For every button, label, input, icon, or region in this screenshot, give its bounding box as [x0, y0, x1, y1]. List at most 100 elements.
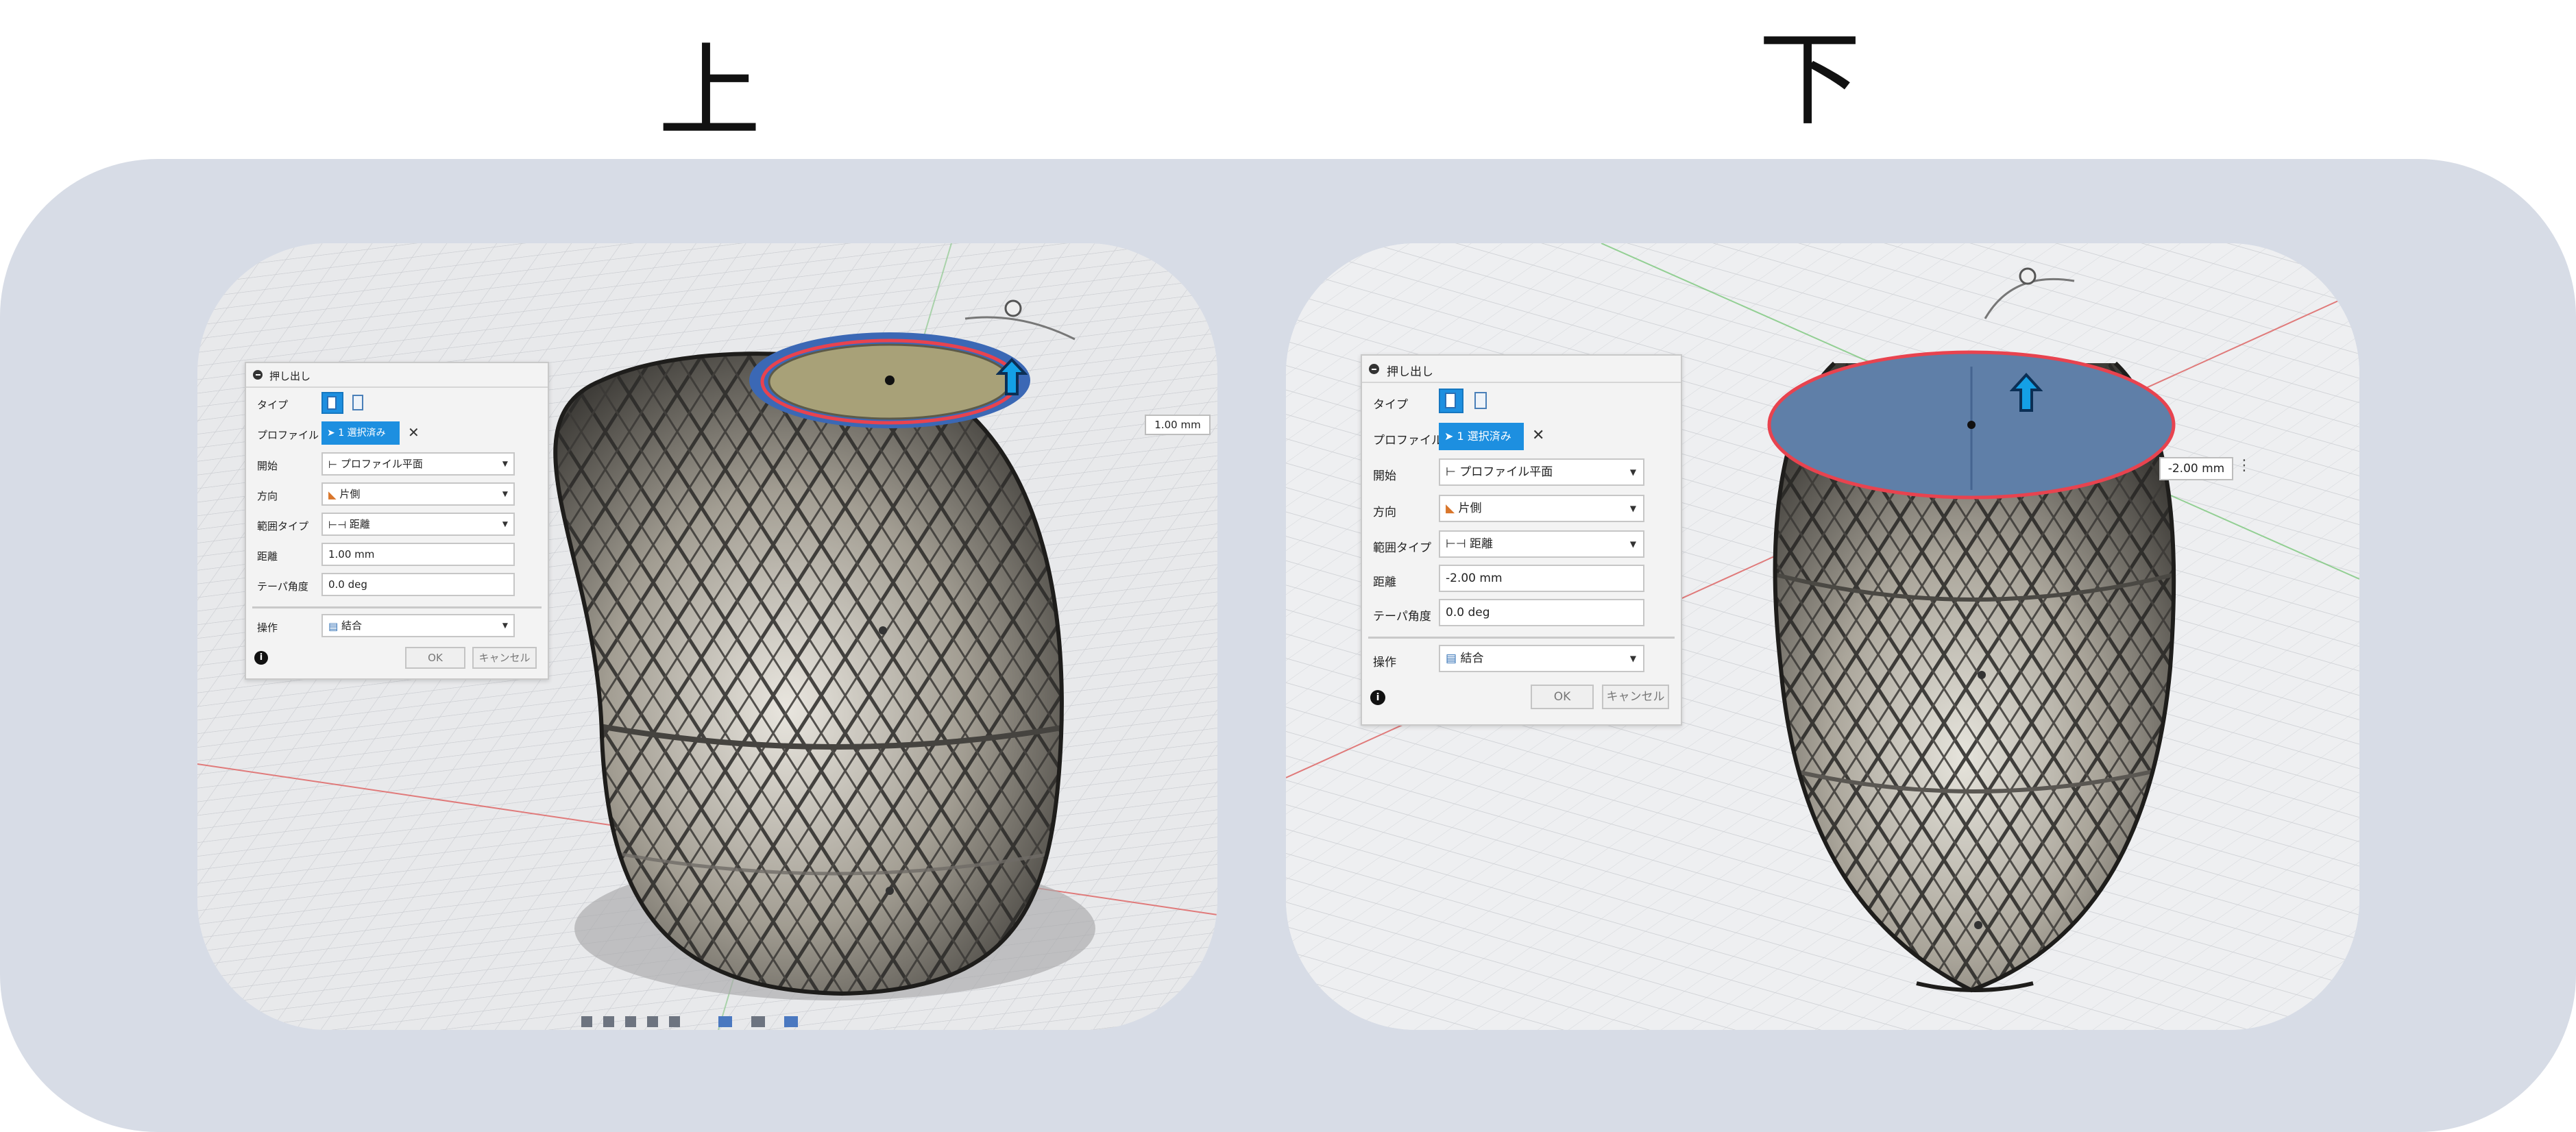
type-row: タイプ — [1362, 389, 1681, 415]
surface-body-icon — [352, 395, 364, 411]
extent-value: 距離 — [1470, 537, 1494, 551]
type-row: タイプ — [246, 392, 548, 415]
heading-bottom: 下 — [1758, 21, 1862, 140]
clear-selection-icon[interactable]: ✕ — [1532, 427, 1544, 444]
distance-dimension-input-right[interactable]: -2.00 mm — [2159, 457, 2233, 480]
chevron-down-icon: ▼ — [502, 520, 508, 528]
distance-dimension-input-left[interactable]: 1.00 mm — [1145, 415, 1211, 435]
taper-row: テーパ角度 0.0 deg — [246, 573, 548, 598]
cursor-icon: ➤ — [327, 428, 335, 439]
direction-value: 片側 — [1458, 502, 1482, 515]
chevron-down-icon: ▼ — [1629, 504, 1636, 513]
extrude-dialog-left: 押し出し タイプ プロファイル ➤ 1 選択済み ✕ 開始 ⊢ プロファイル平面… — [245, 362, 549, 680]
type-surface-button[interactable] — [348, 392, 369, 414]
operation-dropdown[interactable]: ▤ 結合 ▼ — [321, 614, 515, 637]
extrude-dialog-right: 押し出し タイプ プロファイル ➤ 1 選択済み ✕ 開始 ⊢ プロファイル平面… — [1361, 354, 1682, 726]
taper-angle-input[interactable]: 0.0 deg — [1439, 599, 1644, 626]
start-label: 開始 — [257, 460, 278, 472]
profile-label: プロファイル — [1373, 434, 1443, 447]
direction-label: 方向 — [257, 490, 278, 502]
start-row: 開始 ⊢ プロファイル平面 ▼ — [246, 452, 548, 477]
distance-label: 距離 — [1373, 576, 1396, 589]
type-solid-button[interactable] — [321, 392, 343, 414]
distance-input[interactable]: -2.00 mm — [1439, 565, 1644, 592]
extrude-arrow-handle-right[interactable] — [2010, 372, 2043, 413]
start-dropdown[interactable]: ⊢ プロファイル平面 ▼ — [1439, 458, 1644, 486]
dialog-title-bar[interactable]: 押し出し — [1362, 356, 1681, 383]
profile-selection-text: 1 選択済み — [1457, 430, 1511, 443]
direction-value: 片側 — [339, 488, 361, 500]
cancel-button[interactable]: キャンセル — [472, 647, 537, 669]
start-label: 開始 — [1373, 469, 1396, 483]
direction-label: 方向 — [1373, 506, 1396, 519]
ok-button[interactable]: OK — [1531, 685, 1594, 709]
profile-selection-text: 1 選択済み — [338, 428, 386, 439]
operation-value: 結合 — [341, 619, 362, 632]
one-side-direction-icon: ◣ — [1446, 502, 1455, 515]
operation-row: 操作 ▤ 結合 ▼ — [246, 614, 548, 639]
profile-plane-icon: ⊢ — [1446, 465, 1456, 479]
clear-selection-icon[interactable]: ✕ — [408, 424, 420, 441]
ok-button[interactable]: OK — [405, 647, 465, 669]
start-row: 開始 ⊢ プロファイル平面 ▼ — [1362, 458, 1681, 487]
surface-body-icon — [1473, 392, 1487, 410]
distance-label: 距離 — [257, 550, 278, 563]
operation-row: 操作 ▤ 結合 ▼ — [1362, 645, 1681, 674]
extent-row: 範囲タイプ ⊢⊣ 距離 ▼ — [246, 513, 548, 537]
divider — [1368, 637, 1675, 639]
start-value: プロファイル平面 — [340, 458, 423, 470]
solid-body-icon — [326, 395, 337, 410]
dialog-title-bar[interactable]: 押し出し — [246, 363, 548, 388]
profile-row: プロファイル ➤ 1 選択済み ✕ — [246, 421, 548, 446]
distance-row: 距離 1.00 mm — [246, 543, 548, 567]
join-operation-icon: ▤ — [1446, 652, 1457, 665]
profile-label: プロファイル — [257, 429, 319, 441]
extrude-arrow-handle-left[interactable] — [996, 357, 1028, 397]
cancel-button[interactable]: キャンセル — [1602, 685, 1669, 709]
divider — [252, 606, 542, 608]
direction-dropdown[interactable]: ◣ 片側 ▼ — [321, 482, 515, 506]
operation-label: 操作 — [257, 622, 278, 634]
extent-dropdown[interactable]: ⊢⊣ 距離 ▼ — [321, 513, 515, 536]
solid-body-icon — [1444, 393, 1457, 409]
extent-dropdown[interactable]: ⊢⊣ 距離 ▼ — [1439, 530, 1644, 558]
taper-row: テーパ角度 0.0 deg — [1362, 599, 1681, 628]
type-label: タイプ — [257, 399, 289, 411]
direction-row: 方向 ◣ 片側 ▼ — [1362, 495, 1681, 524]
info-icon[interactable]: i — [1370, 690, 1385, 705]
distance-row: 距離 -2.00 mm — [1362, 565, 1681, 593]
profile-plane-icon: ⊢ — [328, 458, 338, 471]
extent-value: 距離 — [349, 518, 370, 530]
profile-selection-button[interactable]: ➤ 1 選択済み — [1439, 423, 1524, 450]
type-solid-button[interactable] — [1439, 389, 1463, 413]
direction-dropdown[interactable]: ◣ 片側 ▼ — [1439, 495, 1644, 522]
distance-input[interactable]: 1.00 mm — [321, 543, 515, 566]
taper-angle-input[interactable]: 0.0 deg — [321, 573, 515, 596]
profile-row: プロファイル ➤ 1 選択済み ✕ — [1362, 423, 1681, 452]
chevron-down-icon: ▼ — [502, 622, 508, 630]
one-side-direction-icon: ◣ — [328, 488, 337, 501]
more-options-icon[interactable]: ⋮ — [2237, 457, 2252, 474]
collapse-icon[interactable] — [253, 370, 263, 380]
distance-icon: ⊢⊣ — [1446, 537, 1466, 551]
taper-label: テーパ角度 — [1373, 610, 1431, 624]
cursor-icon: ➤ — [1444, 430, 1454, 443]
profile-selection-button[interactable]: ➤ 1 選択済み — [321, 421, 400, 445]
extent-row: 範囲タイプ ⊢⊣ 距離 ▼ — [1362, 530, 1681, 559]
operation-dropdown[interactable]: ▤ 結合 ▼ — [1439, 645, 1644, 672]
chevron-down-icon: ▼ — [1629, 467, 1636, 477]
chevron-down-icon: ▼ — [1629, 539, 1636, 549]
type-surface-button[interactable] — [1469, 389, 1494, 413]
taper-label: テーパ角度 — [257, 580, 308, 593]
collapse-icon[interactable] — [1369, 364, 1379, 374]
chevron-down-icon: ▼ — [502, 490, 508, 498]
start-dropdown[interactable]: ⊢ プロファイル平面 ▼ — [321, 452, 515, 476]
type-label: タイプ — [1373, 398, 1408, 412]
operation-value: 結合 — [1460, 652, 1484, 665]
dialog-title: 押し出し — [1387, 365, 1433, 379]
extent-label: 範囲タイプ — [1373, 541, 1431, 555]
extent-label: 範囲タイプ — [257, 520, 309, 532]
distance-icon: ⊢⊣ — [328, 518, 347, 531]
info-icon[interactable]: i — [254, 651, 268, 665]
chevron-down-icon: ▼ — [1629, 654, 1636, 663]
